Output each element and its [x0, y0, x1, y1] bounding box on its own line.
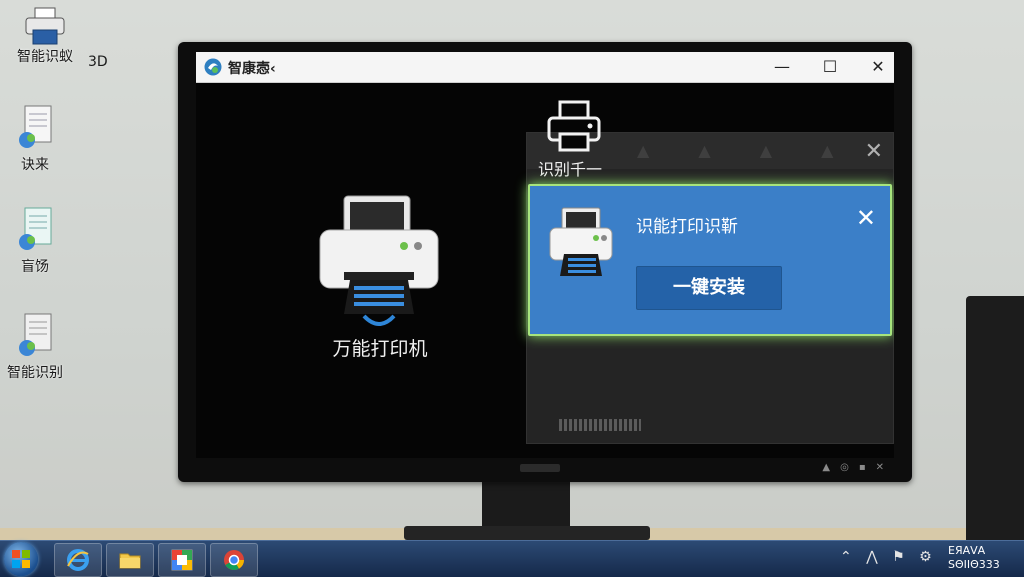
- app-logo-icon: [204, 58, 222, 76]
- clock-line-1: ЕЯАVА: [948, 544, 986, 557]
- main-printer-tile[interactable]: [314, 192, 444, 336]
- clock[interactable]: ЕЯАVА SΘΙΙΘ333: [948, 544, 1000, 572]
- clock-line-2: SΘΙΙΘ333: [948, 558, 1000, 571]
- dialog-title: 识能打印识靳: [636, 217, 738, 237]
- monitor-buttons[interactable]: ▲◎▪✕: [822, 462, 894, 473]
- document-icon: [19, 207, 52, 250]
- gear-icon[interactable]: ⚙: [919, 549, 932, 565]
- taskbar-app-explorer[interactable]: [106, 543, 154, 577]
- folder-icon: [119, 553, 141, 569]
- small-printer-tile[interactable]: [546, 100, 602, 158]
- close-button[interactable]: ✕: [858, 55, 894, 79]
- speaker: [966, 296, 1024, 544]
- desktop-icon-doc-2[interactable]: 盲饧: [0, 206, 80, 276]
- taskbar: ⌃ ⋀ ⚑ ⚙ ЕЯАVА SΘΙΙΘ333: [0, 540, 1024, 577]
- ie-icon: [67, 549, 89, 571]
- desktop-icon-doc-3[interactable]: 智能识别: [0, 312, 80, 382]
- dialog-close-icon[interactable]: ✕: [856, 206, 876, 230]
- chrome-icon: [224, 550, 244, 570]
- taskbar-app-media[interactable]: [158, 543, 206, 577]
- desktop-icon-label: 盲饧: [21, 259, 49, 275]
- background-scribble: [559, 419, 641, 431]
- monitor-bezel-bottom: ▲◎▪✕: [178, 458, 912, 482]
- network-icon[interactable]: ⋀: [866, 549, 877, 565]
- system-tray: ⌃ ⋀ ⚑ ⚙: [840, 549, 942, 565]
- monitor-stand-base: [404, 526, 650, 540]
- ghost-toolbar-icons: ▲ ▲ ▲ ▲: [637, 141, 856, 160]
- start-button[interactable]: [4, 542, 38, 576]
- one-click-install-button[interactable]: 一键安装: [636, 266, 782, 310]
- window-title: 智康悫‹: [228, 61, 276, 77]
- install-dialog: 识能打印识靳 ✕ 一键安装: [528, 184, 892, 336]
- app-window: 智康悫‹ — ☐ ✕ 万能打印机 ▲ ▲ ▲ ▲ ✕ 识别千一 识能打印识靳 ✕…: [196, 52, 894, 458]
- document-icon: [19, 105, 52, 148]
- chevron-up-icon[interactable]: ⌃: [840, 549, 852, 565]
- desktop-icon-label: 智能识别: [7, 365, 63, 381]
- media-icon: [171, 549, 193, 571]
- small-printer-label: 识别千一: [538, 160, 603, 179]
- windows-logo-icon: [12, 550, 30, 568]
- desktop-icon-label: 诀来: [21, 157, 49, 173]
- printer-icon: [319, 195, 439, 326]
- printer-icon: [549, 207, 613, 276]
- document-icon: [19, 313, 52, 356]
- background-panel-close-icon[interactable]: ✕: [865, 139, 883, 164]
- title-bar: 智康悫‹ — ☐ ✕: [196, 52, 894, 83]
- taskbar-app-chrome[interactable]: [210, 543, 258, 577]
- desktop-corner-text: 3D: [88, 54, 108, 70]
- main-printer-label: 万能打印机: [332, 338, 428, 360]
- monitor-brand-logo: [520, 464, 560, 472]
- desktop-icon-doc-1[interactable]: 诀来: [0, 104, 80, 174]
- printer-icon: [25, 7, 65, 45]
- desktop-icon-printer[interactable]: 智能识蚁: [0, 6, 90, 66]
- monitor: 智康悫‹ — ☐ ✕ 万能打印机 ▲ ▲ ▲ ▲ ✕ 识别千一 识能打印识靳 ✕…: [178, 42, 912, 482]
- flag-icon[interactable]: ⚑: [892, 549, 905, 565]
- desktop-icon-label: 智能识蚁: [17, 49, 73, 65]
- printer-icon: [547, 100, 601, 152]
- taskbar-app-ie[interactable]: [54, 543, 102, 577]
- maximize-button[interactable]: ☐: [810, 55, 850, 79]
- minimize-button[interactable]: —: [762, 55, 802, 79]
